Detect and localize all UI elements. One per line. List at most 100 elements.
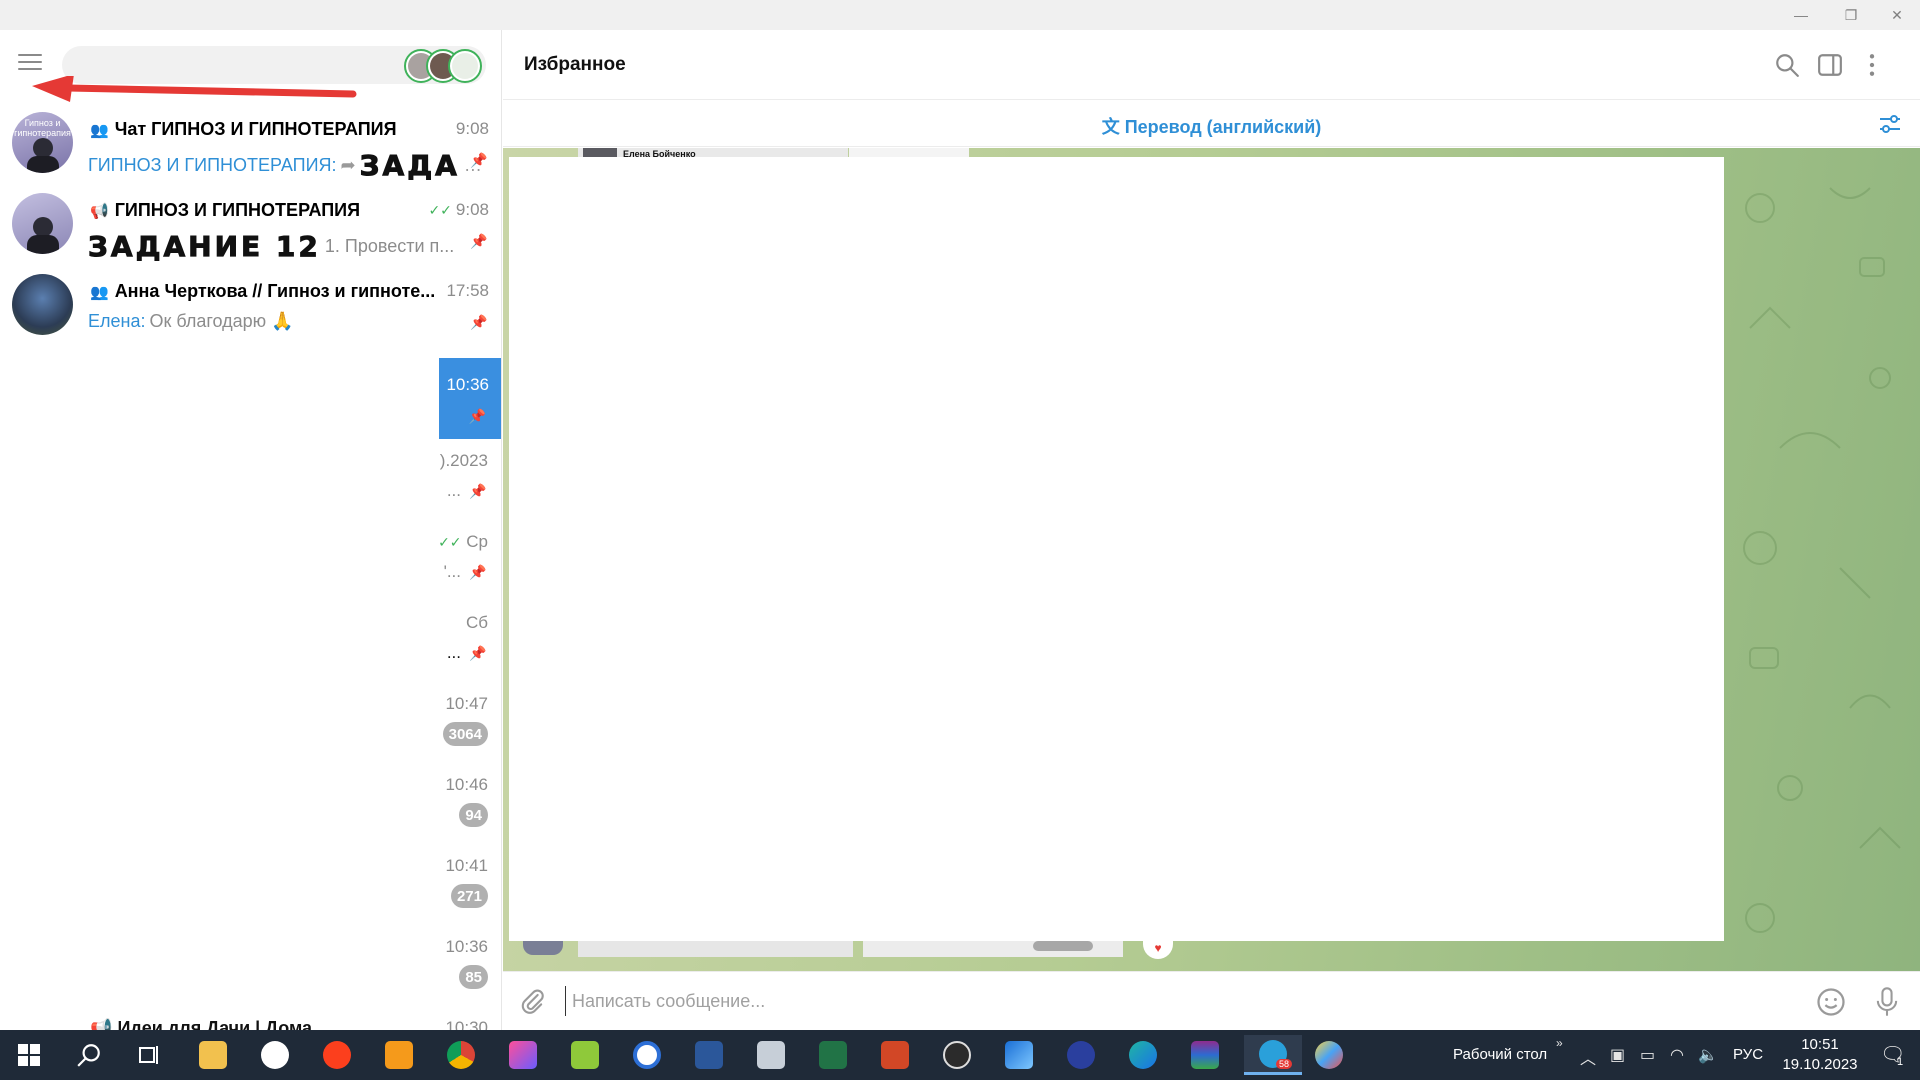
tray-expand-icon[interactable]: ︿ [1580,1045,1596,1069]
winrar-app[interactable] [1182,1035,1228,1075]
desktop-toolbar-label[interactable]: Рабочий стол [1453,1046,1547,1063]
chat-time: 10:47 [445,694,488,713]
yandex-browser-icon [261,1041,289,1069]
pin-icon: 📌 [470,152,488,168]
windows-icon [18,1044,40,1066]
preview-sender: Елена: [88,311,146,331]
app-ring[interactable] [1058,1035,1104,1075]
clock-time[interactable]: 10:51 [1780,1036,1860,1053]
unread-badge: 94 [459,803,488,827]
translate-bar[interactable]: 文 Перевод (английский) [503,101,1920,147]
app-c[interactable] [624,1035,670,1075]
obs-app[interactable] [934,1035,980,1075]
yandex-browser-app[interactable] [252,1035,298,1075]
selected-chat-item[interactable]: 10:36 📌 [439,358,501,439]
chat-title: 📢 ГИПНОЗ И ГИПНОТЕРАПИЯ [90,200,360,221]
emoji-icon[interactable] [1816,987,1846,1017]
telegram-badge: 58 [1276,1059,1293,1069]
chat-title-text: ГИПНОЗ И ГИПНОТЕРАПИЯ [114,200,361,220]
read-check-icon: ✓✓ [428,201,452,218]
pin-icon: 📌 [469,645,487,661]
folder-icon [199,1041,227,1069]
chat-title-text: Чат ГИПНОЗ И ГИПНОТЕРАПИЯ [114,119,397,139]
unread-badge: 3064 [442,722,488,746]
task-view-icon [139,1046,158,1064]
language-indicator[interactable]: РУС [1733,1046,1763,1063]
chrome-app[interactable] [438,1035,484,1075]
chat-preview: '... [443,562,461,581]
volume-icon[interactable]: 🔈 [1698,1045,1718,1065]
preview-sender: ГИПНОЗ И ГИПНОТЕРАПИЯ: [88,155,337,175]
word-app[interactable] [686,1035,732,1075]
minimize-button[interactable]: — [1778,0,1824,30]
yandex-icon [323,1041,351,1069]
chat-time: ✓✓ Ср [438,532,488,552]
restore-button[interactable]: ❐ [1828,0,1874,30]
media-strip-bottom: ♥ [523,941,1173,959]
pin-icon: 📌 [469,483,487,499]
chat-time: ).2023 [439,451,488,470]
chat-title[interactable]: Избранное [524,54,626,76]
preview-text: 1. Провести п... [324,236,455,256]
chat-time: 10:41 [445,856,488,875]
wifi-icon[interactable]: ◠ [1670,1045,1684,1065]
file-explorer-app[interactable] [190,1035,236,1075]
more-menu-icon[interactable] [1866,52,1878,78]
search-button[interactable] [66,1035,112,1075]
powerpoint-app[interactable] [872,1035,918,1075]
taskbar: 58 Рабочий стол » ︿ ▣ ▭ ◠ 🔈 РУС 10:51 19… [0,1030,1920,1080]
app-icon [633,1041,661,1069]
menu-icon[interactable] [18,54,42,72]
chat-time: 17:58 [446,281,489,301]
chat-item[interactable]: Гипноз и гипнотерапия 👥 Чат ГИПНОЗ И ГИП… [0,102,501,183]
translate-settings-icon[interactable] [1878,113,1902,135]
app-icon [385,1041,413,1069]
pin-icon: 📌 [470,233,488,249]
chat-time-text: Ср [466,532,488,551]
tray-app-icon[interactable]: ▣ [1610,1045,1625,1065]
notes-app[interactable] [748,1035,794,1075]
chat-main: Избранное 文 Перевод (английский) Елена Б… [503,30,1920,1030]
chat-title: 📢 Идеи для Дачи | Дома [90,1018,312,1030]
chat-preview: ЗАДАНИЕ 12 1. Провести п... [88,230,455,264]
app-icon [509,1041,537,1069]
message-input[interactable] [565,986,1765,1016]
attach-icon[interactable] [519,988,547,1016]
word-icon [695,1041,723,1069]
translate-label[interactable]: 文 Перевод (английский) [503,113,1920,139]
chat-item[interactable]: 📢 ГИПНОЗ И ГИПНОТЕРАПИЯ ✓✓ 9:08 ЗАДАНИЕ … [0,183,501,264]
megaphone-icon: 📢 [90,202,109,220]
app-icon [757,1041,785,1069]
microphone-icon[interactable] [1872,986,1902,1018]
stories-strip[interactable] [404,49,484,83]
app-wave[interactable] [996,1035,1042,1075]
paint-app[interactable] [1306,1035,1352,1075]
chat-time: 10:36 [445,937,488,956]
clock-date[interactable]: 19.10.2023 [1780,1056,1860,1073]
chat-preview: ... [446,643,461,662]
yandex-app[interactable] [314,1035,360,1075]
task-view-button[interactable] [126,1035,172,1075]
app-orange[interactable] [376,1035,422,1075]
powerpoint-icon [881,1041,909,1069]
start-button[interactable] [6,1035,52,1075]
winrar-icon [1191,1041,1219,1069]
app-icon [1005,1041,1033,1069]
chat-preview: ГИПНОЗ И ГИПНОТЕРАПИЯ: ➦ ЗАДА … [88,149,482,183]
chat-item[interactable]: 👥 Анна Черткова // Гипноз и гипноте... 1… [0,264,501,345]
battery-icon[interactable]: ▭ [1640,1045,1655,1065]
avatar [12,193,73,254]
sidebar-toggle-icon[interactable] [1817,52,1843,78]
telegram-app[interactable]: 58 [1244,1035,1302,1075]
app-pen[interactable] [562,1035,608,1075]
notification-count: 1 [1897,1056,1904,1068]
message-composer [503,971,1920,1030]
story-avatar[interactable] [448,49,482,83]
app-icon [1067,1041,1095,1069]
preview-text: ЗАДА [359,149,460,183]
close-button[interactable]: ✕ [1874,0,1920,30]
app-purple[interactable] [500,1035,546,1075]
search-icon[interactable] [1774,52,1800,78]
excel-app[interactable] [810,1035,856,1075]
edge-app[interactable] [1120,1035,1166,1075]
